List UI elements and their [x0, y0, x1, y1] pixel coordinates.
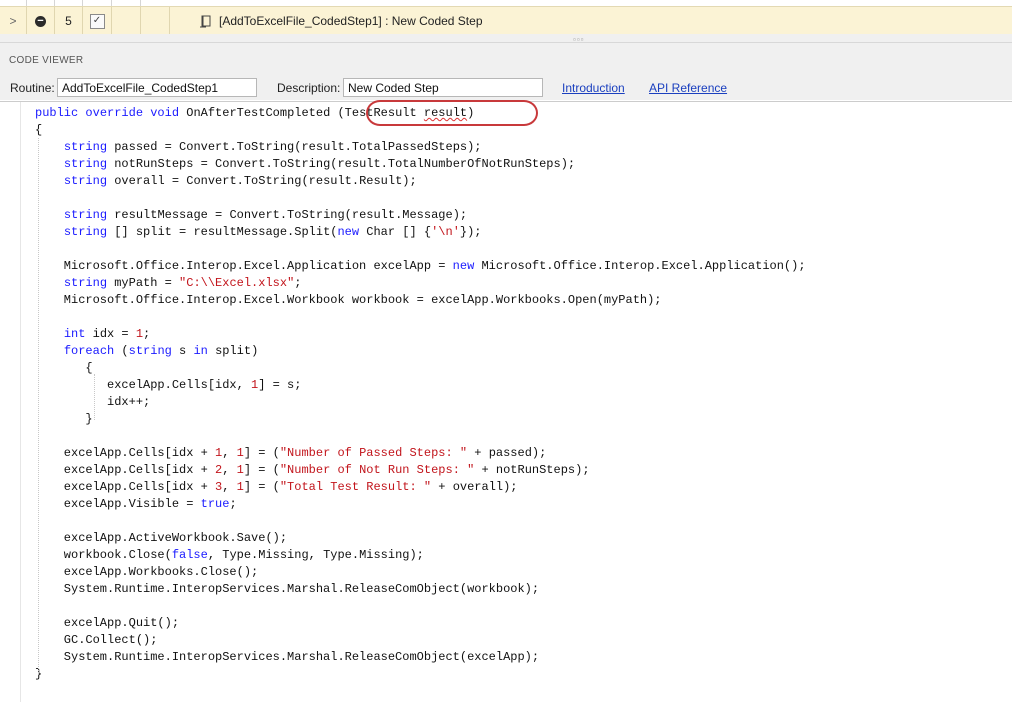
- code-line: excelApp.Cells[idx + 2, 1] = ("Number of…: [35, 463, 590, 477]
- step-column-6: [141, 7, 170, 35]
- code-line: string passed = Convert.ToString(result.…: [63, 140, 482, 154]
- parameter-highlight-circle: [366, 100, 538, 126]
- editor-gutter: [0, 102, 21, 702]
- code-viewer-fields: Routine: AddToExcelFile_CodedStep1 Descr…: [0, 75, 1012, 100]
- expand-arrow-icon[interactable]: >: [0, 7, 27, 35]
- code-line: System.Runtime.InteropServices.Marshal.R…: [35, 650, 540, 664]
- test-step-row[interactable]: > − 5 ✓ [AddToExcelFile_CodedStep1] : Ne…: [0, 6, 1012, 36]
- step-description-text: [AddToExcelFile_CodedStep1] : New Coded …: [219, 14, 483, 28]
- description-label: Description:: [277, 81, 341, 95]
- code-content: public override void OnAfterTestComplete…: [35, 105, 806, 683]
- step-column-5: [112, 7, 141, 35]
- code-line: ​: [35, 190, 806, 207]
- code-line: }: [35, 667, 43, 681]
- code-line: string notRunSteps = Convert.ToString(re…: [63, 157, 576, 171]
- code-line: string overall = Convert.ToString(result…: [63, 174, 417, 188]
- code-viewer-title: CODE VIEWER: [9, 55, 84, 66]
- code-line: Microsoft.Office.Interop.Excel.Workbook …: [35, 293, 662, 307]
- code-line: System.Runtime.InteropServices.Marshal.R…: [35, 582, 540, 596]
- code-line: string myPath = "C:\\Excel.xlsx";: [63, 276, 302, 290]
- code-line: ​: [35, 598, 806, 615]
- code-line: idx++;: [35, 395, 151, 409]
- code-line: excelApp.Workbooks.Close();: [35, 565, 259, 579]
- indent-guide: [38, 138, 39, 673]
- code-line: GC.Collect();: [35, 633, 158, 647]
- code-line: excelApp.Visible = true;: [35, 497, 237, 511]
- code-line: foreach (string s in split): [63, 344, 259, 358]
- api-reference-link[interactable]: API Reference: [649, 81, 727, 95]
- description-field[interactable]: New Coded Step: [343, 78, 543, 97]
- code-line: ​: [35, 309, 806, 326]
- code-viewer-header: CODE VIEWER: [0, 42, 1012, 76]
- breakpoint-cell[interactable]: −: [27, 7, 55, 35]
- step-enabled-checkbox[interactable]: ✓: [89, 13, 105, 29]
- code-line: workbook.Close(false, Type.Missing, Type…: [35, 548, 424, 562]
- indent-guide: [94, 374, 95, 420]
- routine-field[interactable]: AddToExcelFile_CodedStep1: [57, 78, 257, 97]
- code-line: }: [35, 412, 93, 426]
- routine-label: Routine:: [10, 81, 55, 95]
- code-line: int idx = 1;: [63, 327, 151, 341]
- coded-step-icon: [200, 15, 211, 27]
- code-line: Microsoft.Office.Interop.Excel.Applicati…: [35, 259, 806, 273]
- introduction-link[interactable]: Introduction: [562, 81, 625, 95]
- code-line: excelApp.Cells[idx + 3, 1] = ("Total Tes…: [35, 480, 518, 494]
- code-line: ​: [35, 241, 806, 258]
- code-editor[interactable]: public override void OnAfterTestComplete…: [0, 101, 1012, 702]
- code-line: ​: [35, 428, 806, 445]
- step-description[interactable]: [AddToExcelFile_CodedStep1] : New Coded …: [200, 7, 483, 35]
- code-line: excelApp.ActiveWorkbook.Save();: [35, 531, 288, 545]
- code-line: string resultMessage = Convert.ToString(…: [63, 208, 468, 222]
- disable-step-icon[interactable]: −: [35, 15, 46, 27]
- code-line: ​: [35, 513, 806, 530]
- test-step-row-container: > − 5 ✓ [AddToExcelFile_CodedStep1] : Ne…: [0, 0, 1012, 44]
- step-number: 5: [55, 7, 83, 35]
- code-line: excelApp.Cells[idx, 1] = s;: [35, 378, 302, 392]
- code-line: {: [35, 361, 93, 375]
- code-line: excelApp.Cells[idx + 1, 1] = ("Number of…: [35, 446, 547, 460]
- splitter-grip[interactable]: ▫▫▫: [0, 34, 1012, 44]
- code-line: excelApp.Quit();: [35, 616, 180, 630]
- code-line: string [] split = resultMessage.Split(ne…: [63, 225, 482, 239]
- step-enabled-checkbox-cell[interactable]: ✓: [83, 7, 112, 35]
